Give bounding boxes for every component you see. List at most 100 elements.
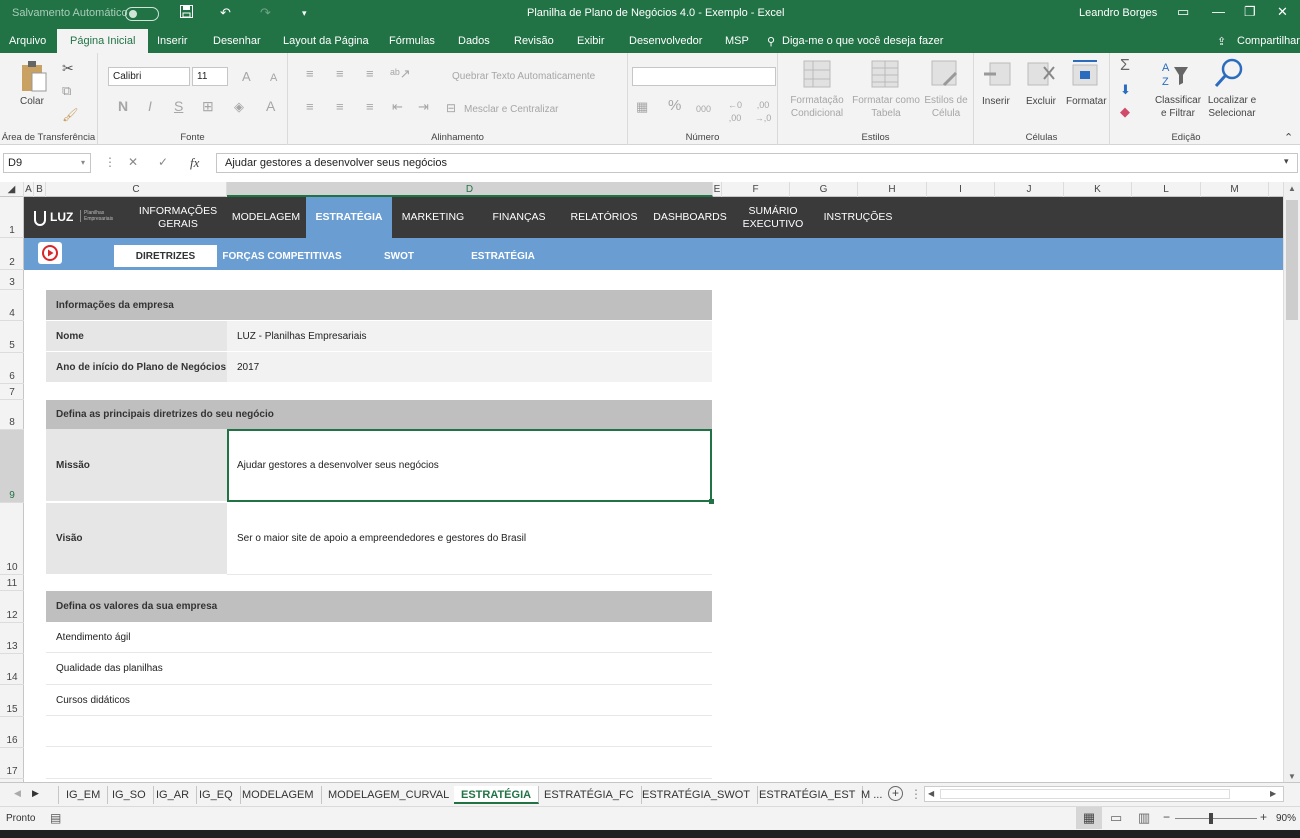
tell-me-input[interactable]: Diga-me o que você deseja fazer <box>782 35 943 47</box>
increase-decimal-button[interactable]: ←0 ,00 <box>724 99 746 125</box>
decrease-decimal-button[interactable]: ,00 →,0 <box>752 99 774 125</box>
clear-icon[interactable]: ◆ <box>1120 105 1130 118</box>
row-header[interactable]: 2 <box>0 238 24 270</box>
row-header[interactable]: 10 <box>0 503 24 575</box>
subtab-swot[interactable]: SWOT <box>364 245 434 267</box>
nav-estrategia[interactable]: ESTRATÉGIA <box>306 197 392 238</box>
expand-formula-icon[interactable]: ▾ <box>1284 156 1289 167</box>
company-name-cell[interactable]: LUZ - Planilhas Empresariais <box>227 321 712 352</box>
zoom-out-icon[interactable]: − <box>1163 810 1170 824</box>
sheet-tab-modelagem[interactable]: MODELAGEM <box>235 786 322 804</box>
tab-revisao[interactable]: Revisão <box>514 35 554 47</box>
align-left-icon[interactable]: ≡ <box>306 100 314 113</box>
row-header[interactable]: 5 <box>0 321 24 353</box>
row-header[interactable]: 16 <box>0 717 24 748</box>
sheet-tab-more[interactable]: M ... <box>854 786 889 804</box>
row-header[interactable]: 14 <box>0 654 24 685</box>
tab-msp[interactable]: MSP <box>725 35 749 47</box>
fill-icon[interactable]: ⬇ <box>1120 83 1131 96</box>
format-cells-button[interactable]: Formatar <box>1066 95 1107 108</box>
row-header[interactable]: 6 <box>0 353 24 384</box>
accounting-icon[interactable]: ▦ <box>636 100 648 113</box>
find-icon[interactable] <box>1214 57 1246 92</box>
format-painter-icon[interactable]: 🖌 <box>62 107 79 123</box>
row-header[interactable]: 15 <box>0 685 24 717</box>
scroll-left-icon[interactable]: ◀ <box>928 789 934 798</box>
paste-icon[interactable] <box>20 59 48 96</box>
row-header[interactable]: 1 <box>0 197 24 238</box>
col-header-c[interactable]: C <box>46 182 227 197</box>
col-header-k[interactable]: K <box>1064 182 1132 197</box>
scroll-up-icon[interactable]: ▲ <box>1288 184 1296 193</box>
scroll-down-icon[interactable]: ▼ <box>1288 772 1296 781</box>
vision-cell[interactable]: Ser o maior site de apoio a empreendedor… <box>227 503 712 575</box>
tab-arquivo[interactable]: Arquivo <box>9 35 46 47</box>
bold-button[interactable]: N <box>118 99 128 113</box>
align-bottom-icon[interactable]: ≡ <box>366 67 374 80</box>
tab-dados[interactable]: Dados <box>458 35 490 47</box>
value-item[interactable]: Qualidade das planilhas <box>46 653 712 685</box>
tab-pagina-inicial[interactable]: Página Inicial <box>57 29 149 53</box>
scroll-right-icon[interactable]: ▶ <box>1270 789 1276 798</box>
wrap-text-button[interactable]: Quebrar Texto Automaticamente <box>452 70 595 83</box>
nav-financas[interactable]: FINANÇAS <box>482 197 556 238</box>
sheet-tab-ig-eq[interactable]: IG_EQ <box>192 786 241 804</box>
page-break-view-icon[interactable]: ▥ <box>1138 810 1150 826</box>
value-item[interactable] <box>46 747 712 779</box>
tab-inserir[interactable]: Inserir <box>157 35 188 47</box>
nav-instrucoes[interactable]: INSTRUÇÕES <box>820 197 896 238</box>
save-icon[interactable] <box>180 5 193 21</box>
name-box-dropdown-icon[interactable]: ▾ <box>81 158 85 167</box>
cancel-icon[interactable]: ✕ <box>128 155 138 169</box>
format-cells-icon[interactable] <box>1070 57 1100 92</box>
normal-view-icon[interactable]: ▦ <box>1076 807 1102 829</box>
sheet-tab-estrategia-est[interactable]: ESTRATÉGIA_EST <box>752 786 864 804</box>
col-header-g[interactable]: G <box>790 182 858 197</box>
subtab-diretrizes[interactable]: DIRETRIZES <box>114 245 217 267</box>
font-size-select[interactable]: 11 <box>192 67 228 86</box>
restore-icon[interactable]: ❐ <box>1244 4 1256 20</box>
col-header-h[interactable]: H <box>858 182 927 197</box>
mission-cell[interactable]: Ajudar gestores a desenvolver seus negóc… <box>227 429 712 502</box>
close-icon[interactable]: ✕ <box>1277 4 1288 20</box>
row-header[interactable]: 8 <box>0 400 24 430</box>
conditional-format-icon[interactable] <box>802 59 832 92</box>
cell-styles-icon[interactable] <box>930 59 960 92</box>
number-format-select[interactable] <box>632 67 776 86</box>
merge-center-button[interactable]: Mesclar e Centralizar <box>464 103 558 116</box>
nav-sumario-executivo[interactable]: SUMÁRIO EXECUTIVO <box>738 197 808 238</box>
grow-font-icon[interactable]: A <box>242 70 251 83</box>
next-sheet-icon[interactable]: ▶ <box>32 788 39 799</box>
col-header-i[interactable]: I <box>927 182 995 197</box>
vertical-scrollbar[interactable]: ▲ ▼ <box>1283 182 1300 782</box>
col-header-d[interactable]: D <box>227 182 713 197</box>
scroll-thumb[interactable] <box>1286 200 1298 320</box>
share-button[interactable]: Compartilhar <box>1237 35 1300 47</box>
value-item[interactable]: Cursos didáticos <box>46 685 712 716</box>
format-table-icon[interactable] <box>870 59 900 92</box>
macro-record-icon[interactable]: ▤ <box>50 811 61 825</box>
row-header[interactable]: 13 <box>0 623 24 654</box>
conditional-format-button[interactable]: Formatação Condicional <box>784 94 850 120</box>
cell-styles-button[interactable]: Estilos de Célula <box>922 94 970 120</box>
minimize-icon[interactable]: — <box>1212 4 1225 19</box>
sort-filter-button[interactable]: Classificar e Filtrar <box>1152 94 1204 120</box>
underline-button[interactable]: S <box>174 99 183 113</box>
format-table-button[interactable]: Formatar como Tabela <box>850 94 922 120</box>
delete-cells-button[interactable]: Excluir <box>1026 95 1056 108</box>
tab-layout[interactable]: Layout da Página <box>283 35 369 47</box>
tab-formulas[interactable]: Fórmulas <box>389 35 435 47</box>
thousands-button[interactable]: 000 <box>696 103 711 116</box>
align-center-icon[interactable]: ≡ <box>336 100 344 113</box>
col-header-j[interactable]: J <box>995 182 1064 197</box>
font-color-button[interactable]: A <box>266 99 275 113</box>
increase-indent-icon[interactable]: ⇥ <box>418 100 429 113</box>
align-top-icon[interactable]: ≡ <box>306 67 314 80</box>
row-header[interactable]: 3 <box>0 270 24 290</box>
align-right-icon[interactable]: ≡ <box>366 100 374 113</box>
sheet-tab-estrategia-fc[interactable]: ESTRATÉGIA_FC <box>537 786 642 804</box>
collapse-ribbon-icon[interactable]: ⌃ <box>1284 131 1293 144</box>
subtab-estrategia[interactable]: ESTRATÉGIA <box>460 245 546 267</box>
col-header-b[interactable]: B <box>34 182 46 197</box>
shrink-font-icon[interactable]: A <box>270 72 277 85</box>
